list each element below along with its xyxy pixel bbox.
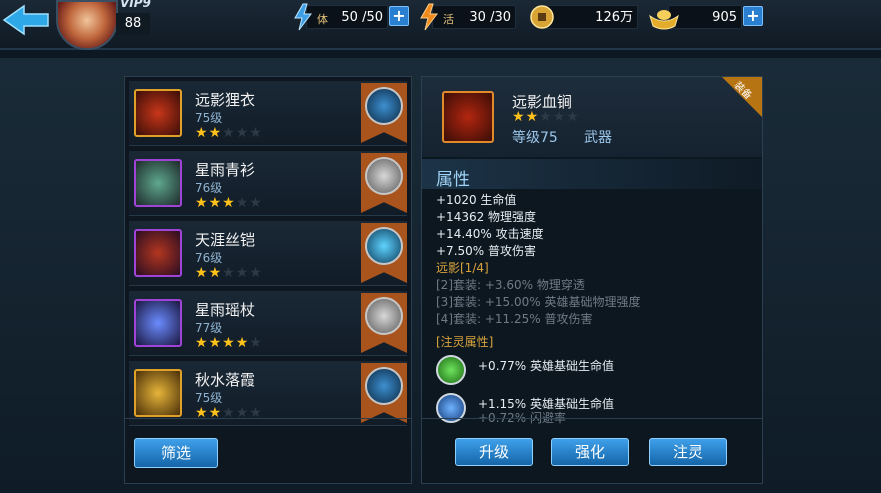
- equipment-level: 75级: [195, 111, 223, 125]
- lightning-icon: [294, 3, 312, 31]
- back-arrow-icon[interactable]: [0, 2, 60, 38]
- spirit-title: [注灵属性]: [436, 335, 494, 349]
- add-stamina-button[interactable]: +: [389, 6, 409, 26]
- hero-portrait-icon[interactable]: [365, 227, 403, 265]
- detail-type: 武器: [584, 130, 612, 146]
- equipment-level: 75级: [195, 391, 223, 405]
- gold-ingot-icon: [649, 10, 679, 30]
- equipment-name: 星雨瑶杖: [195, 301, 256, 319]
- set-bonus: [2]套装: +3.60% 物理穿透: [436, 278, 585, 292]
- equipment-item[interactable]: 天涯丝铠 76级 ★★★★★: [129, 221, 407, 286]
- star-rating: ★★★★★: [195, 125, 263, 141]
- stat-line: +14.40% 攻击速度: [436, 227, 544, 241]
- vip-label: VIP9: [120, 0, 151, 10]
- ingot-value: 905: [712, 10, 737, 25]
- equipment-level: 76级: [195, 181, 223, 195]
- robe-icon: [134, 159, 182, 207]
- enhance-button[interactable]: 强化: [551, 438, 629, 466]
- ingot-display: 905: [649, 5, 742, 30]
- armor-icon: [134, 89, 182, 137]
- star-rating: ★★★★★: [195, 195, 263, 211]
- top-bar: VIP9 88 体 50 /50 + 活 30 /30 126万 905 +: [0, 0, 881, 50]
- energy-label: 活: [443, 13, 454, 26]
- attributes-title: 属性: [436, 170, 470, 190]
- attributes-header-bg: [422, 159, 762, 189]
- list-divider: [124, 418, 412, 419]
- bracelet-icon: [134, 369, 182, 417]
- stamina-value: 50 /50: [341, 10, 383, 25]
- equipment-item[interactable]: 秋水落霞 75级 ★★★★★: [129, 361, 407, 426]
- spirit-stat: +0.77% 英雄基础生命值: [478, 359, 614, 373]
- player-level: 88: [116, 13, 150, 35]
- gold-value: 126万: [595, 10, 633, 25]
- equipment-level: 76级: [195, 251, 223, 265]
- hero-portrait-icon[interactable]: [365, 157, 403, 195]
- coin-icon: [530, 5, 554, 29]
- equipment-item[interactable]: 星雨青衫 76级 ★★★★★: [129, 151, 407, 216]
- energy-display: 活 30 /30: [420, 3, 516, 31]
- equipment-level: 77级: [195, 321, 223, 335]
- green-gem-icon: [436, 355, 466, 385]
- staff-icon: [134, 299, 182, 347]
- detail-divider: [421, 418, 763, 419]
- stat-line: +1020 生命值: [436, 193, 517, 207]
- set-bonus: [4]套装: +11.25% 普攻伤害: [436, 312, 593, 326]
- upgrade-button[interactable]: 升级: [455, 438, 533, 466]
- flame-lightning-icon: [420, 3, 438, 31]
- gold-display: 126万: [530, 5, 638, 29]
- player-avatar[interactable]: [56, 0, 118, 50]
- mace-icon: [442, 91, 494, 143]
- stat-line: +7.50% 普攻伤害: [436, 244, 536, 258]
- stat-line: +14362 物理强度: [436, 210, 537, 224]
- silk-armor-icon: [134, 229, 182, 277]
- stamina-display: 体 50 /50: [294, 3, 388, 31]
- hero-portrait-icon[interactable]: [365, 367, 403, 405]
- detail-level: 等级75: [512, 130, 558, 146]
- detail-star-rating: ★★★★★: [512, 109, 580, 125]
- equipment-name: 天涯丝铠: [195, 231, 256, 249]
- star-rating: ★★★★★: [195, 265, 263, 281]
- set-title: 远影[1/4]: [436, 261, 489, 275]
- energy-value: 30 /30: [469, 10, 511, 25]
- equipment-detail: 远影血锏 ★★★★★ 等级75 武器 装备 属性 +1020 生命值 +1436…: [421, 76, 763, 484]
- set-bonus: [3]套装: +15.00% 英雄基础物理强度: [436, 295, 641, 309]
- filter-button[interactable]: 筛选: [134, 438, 218, 468]
- equipment-name: 秋水落霞: [195, 371, 256, 389]
- hero-portrait-icon[interactable]: [365, 87, 403, 125]
- add-ingots-button[interactable]: +: [743, 6, 763, 26]
- equipment-list[interactable]: 远影狸衣 75级 ★★★★★ 星雨青衫 76级 ★★★★★ 天涯丝铠 76级 ★…: [124, 76, 412, 484]
- equipment-name: 星雨青衫: [195, 161, 256, 179]
- equipment-item[interactable]: 星雨瑶杖 77级 ★★★★★: [129, 291, 407, 356]
- infuse-button[interactable]: 注灵: [649, 438, 727, 466]
- hero-portrait-icon[interactable]: [365, 297, 403, 335]
- star-rating: ★★★★★: [195, 335, 263, 351]
- equipment-item[interactable]: 远影狸衣 75级 ★★★★★: [129, 81, 407, 146]
- stamina-label: 体: [317, 13, 328, 26]
- equipment-name: 远影狸衣: [195, 91, 256, 109]
